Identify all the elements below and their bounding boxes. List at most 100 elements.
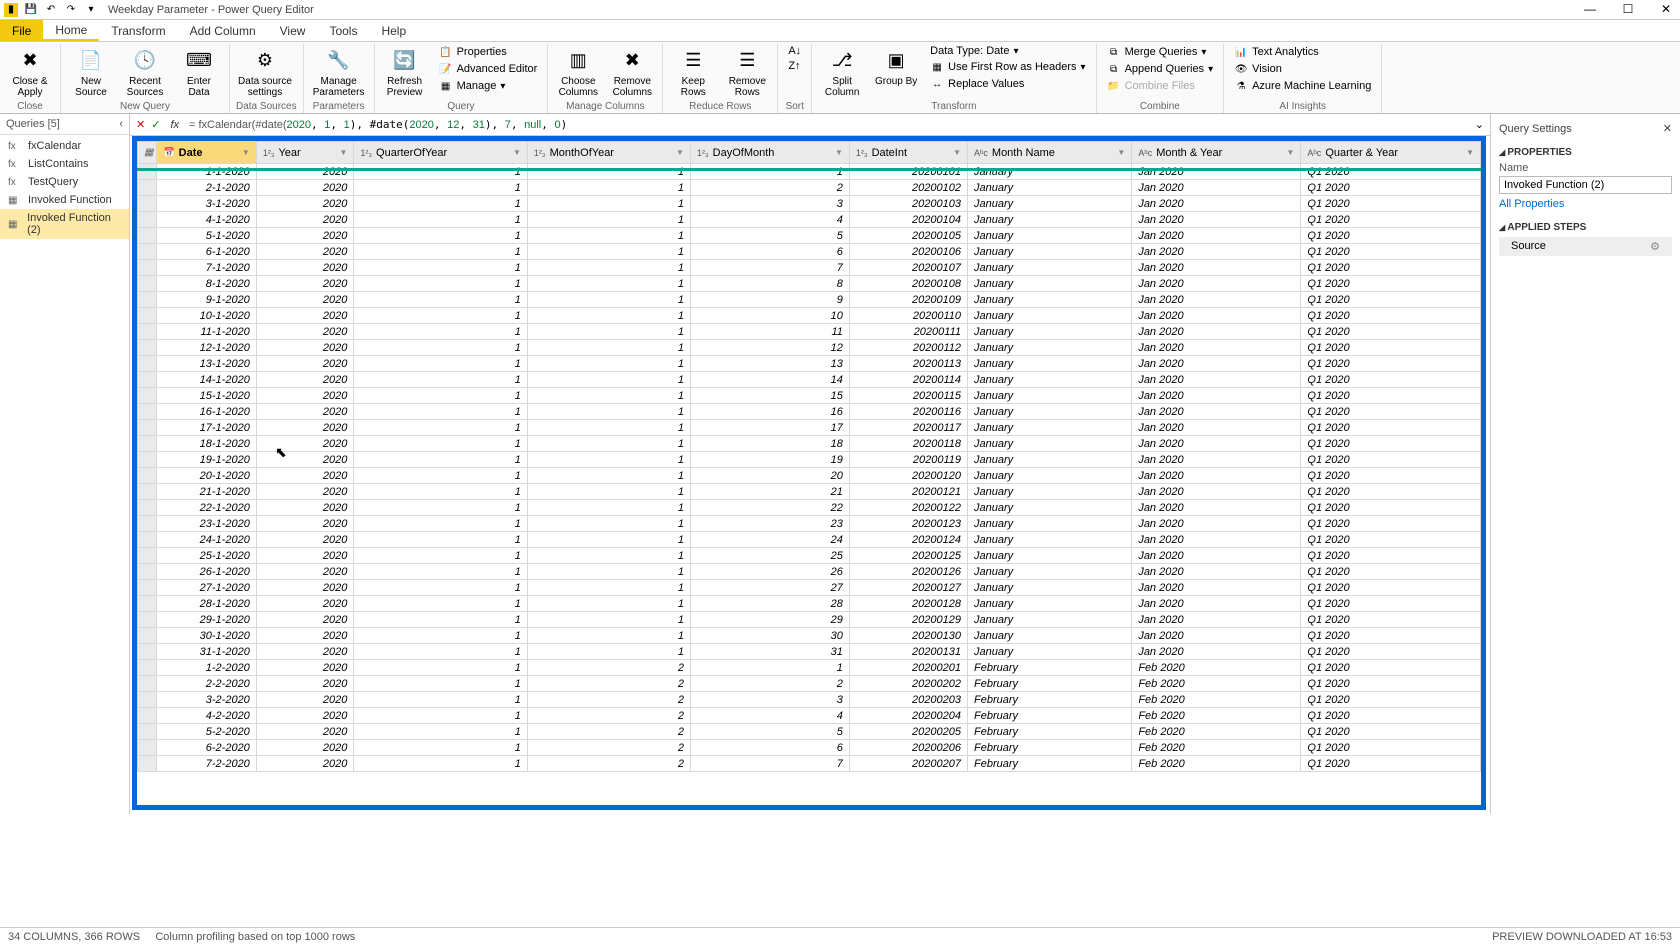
cell[interactable]: 5-2-2020	[157, 724, 256, 740]
properties-button[interactable]: 📋Properties	[435, 44, 542, 60]
cell[interactable]: 16-1-2020	[157, 404, 256, 420]
column-filter-icon[interactable]: ▼	[339, 148, 347, 157]
query-item-invoked-function--2-[interactable]: ▦Invoked Function (2)	[0, 209, 129, 239]
cell[interactable]: 27-1-2020	[157, 580, 256, 596]
cell[interactable]: 1	[527, 596, 690, 612]
cell[interactable]: 1	[354, 516, 528, 532]
cell[interactable]: 14	[690, 372, 849, 388]
cell[interactable]: 20200129	[849, 612, 967, 628]
table-row[interactable]: 9-1-2020202011920200109JanuaryJan 2020Q1…	[138, 292, 1481, 308]
cell[interactable]: 15	[690, 388, 849, 404]
cell[interactable]: 11	[690, 324, 849, 340]
table-row[interactable]: 1-1-2020202011120200101JanuaryJan 2020Q1…	[138, 164, 1481, 180]
cell[interactable]: 20200102	[849, 180, 967, 196]
row-number[interactable]	[138, 660, 157, 676]
cell[interactable]: 1	[354, 580, 528, 596]
column-filter-icon[interactable]: ▼	[953, 148, 961, 157]
cell[interactable]: 12	[690, 340, 849, 356]
cell[interactable]: 20200116	[849, 404, 967, 420]
cell[interactable]: 1	[527, 612, 690, 628]
cell[interactable]: 20200202	[849, 676, 967, 692]
row-number[interactable]	[138, 516, 157, 532]
row-number[interactable]	[138, 468, 157, 484]
manage-button[interactable]: ▦Manage ▾	[435, 78, 542, 94]
cell[interactable]: 2020	[256, 420, 354, 436]
cell[interactable]: Jan 2020	[1132, 420, 1301, 436]
cell[interactable]: 1	[527, 292, 690, 308]
group-by-button[interactable]: ▣Group By	[872, 44, 920, 89]
table-row[interactable]: 4-2-2020202012420200204FebruaryFeb 2020Q…	[138, 708, 1481, 724]
table-row[interactable]: 14-1-20202020111420200114JanuaryJan 2020…	[138, 372, 1481, 388]
cell[interactable]: January	[968, 212, 1132, 228]
cell[interactable]: 1	[354, 740, 528, 756]
cell[interactable]: 1	[354, 372, 528, 388]
column-header-month-name[interactable]: AᵇcMonth Name▼	[968, 142, 1132, 164]
cell[interactable]: 6-2-2020	[157, 740, 256, 756]
cell[interactable]: 1	[354, 532, 528, 548]
row-number[interactable]	[138, 164, 157, 180]
cell[interactable]: 1	[527, 564, 690, 580]
cell[interactable]: Jan 2020	[1132, 164, 1301, 180]
cell[interactable]: 20200123	[849, 516, 967, 532]
cell[interactable]: 23-1-2020	[157, 516, 256, 532]
cell[interactable]: 20200207	[849, 756, 967, 772]
cell[interactable]: 2	[527, 740, 690, 756]
cell[interactable]: 20200117	[849, 420, 967, 436]
cell[interactable]: 1	[354, 500, 528, 516]
cell[interactable]: February	[968, 724, 1132, 740]
table-row[interactable]: 3-2-2020202012320200203FebruaryFeb 2020Q…	[138, 692, 1481, 708]
cell[interactable]: 11-1-2020	[157, 324, 256, 340]
cell[interactable]: 28	[690, 596, 849, 612]
cell[interactable]: 20-1-2020	[157, 468, 256, 484]
table-row[interactable]: 7-2-2020202012720200207FebruaryFeb 2020Q…	[138, 756, 1481, 772]
cell[interactable]: 2020	[256, 724, 354, 740]
cell[interactable]: 1	[354, 548, 528, 564]
column-filter-icon[interactable]: ▼	[676, 148, 684, 157]
table-row[interactable]: 5-1-2020202011520200105JanuaryJan 2020Q1…	[138, 228, 1481, 244]
cell[interactable]: 2020	[256, 404, 354, 420]
cell[interactable]: 1	[527, 404, 690, 420]
table-row[interactable]: 6-2-2020202012620200206FebruaryFeb 2020Q…	[138, 740, 1481, 756]
cell[interactable]: Q1 2020	[1301, 452, 1481, 468]
row-number[interactable]	[138, 548, 157, 564]
cell[interactable]: 2-2-2020	[157, 676, 256, 692]
cell[interactable]: 10	[690, 308, 849, 324]
cell[interactable]: 2020	[256, 532, 354, 548]
cell[interactable]: Q1 2020	[1301, 260, 1481, 276]
cell[interactable]: 24	[690, 532, 849, 548]
cell[interactable]: Jan 2020	[1132, 196, 1301, 212]
close-settings-icon[interactable]: ✕	[1663, 122, 1672, 135]
cell[interactable]: 1	[354, 388, 528, 404]
cell[interactable]: Jan 2020	[1132, 500, 1301, 516]
table-row[interactable]: 16-1-20202020111620200116JanuaryJan 2020…	[138, 404, 1481, 420]
cell[interactable]: 6	[690, 740, 849, 756]
cell[interactable]: January	[968, 628, 1132, 644]
row-number[interactable]	[138, 596, 157, 612]
table-row[interactable]: 20-1-20202020112020200120JanuaryJan 2020…	[138, 468, 1481, 484]
cell[interactable]: 2020	[256, 548, 354, 564]
row-number[interactable]	[138, 724, 157, 740]
cell[interactable]: 1	[354, 244, 528, 260]
cell[interactable]: 2	[527, 692, 690, 708]
cell[interactable]: January	[968, 612, 1132, 628]
cell[interactable]: January	[968, 324, 1132, 340]
cell[interactable]: January	[968, 260, 1132, 276]
cell[interactable]: 1	[354, 180, 528, 196]
cell[interactable]: 20200114	[849, 372, 967, 388]
first-row-headers-button[interactable]: ▦Use First Row as Headers ▾	[926, 59, 1089, 75]
cell[interactable]: January	[968, 484, 1132, 500]
cell[interactable]: 2020	[256, 564, 354, 580]
cell[interactable]: Feb 2020	[1132, 692, 1301, 708]
undo-icon[interactable]: ↶	[44, 3, 58, 17]
row-number[interactable]	[138, 676, 157, 692]
cell[interactable]: 1	[354, 724, 528, 740]
cell[interactable]: 30-1-2020	[157, 628, 256, 644]
cell[interactable]: 20200105	[849, 228, 967, 244]
sort-asc-button[interactable]: A↓	[784, 44, 805, 58]
cell[interactable]: 1	[354, 452, 528, 468]
cell[interactable]: 2020	[256, 308, 354, 324]
all-properties-link[interactable]: All Properties	[1499, 194, 1672, 214]
cell[interactable]: Jan 2020	[1132, 180, 1301, 196]
collapse-queries-icon[interactable]: ‹	[119, 118, 123, 130]
cell[interactable]: Q1 2020	[1301, 484, 1481, 500]
